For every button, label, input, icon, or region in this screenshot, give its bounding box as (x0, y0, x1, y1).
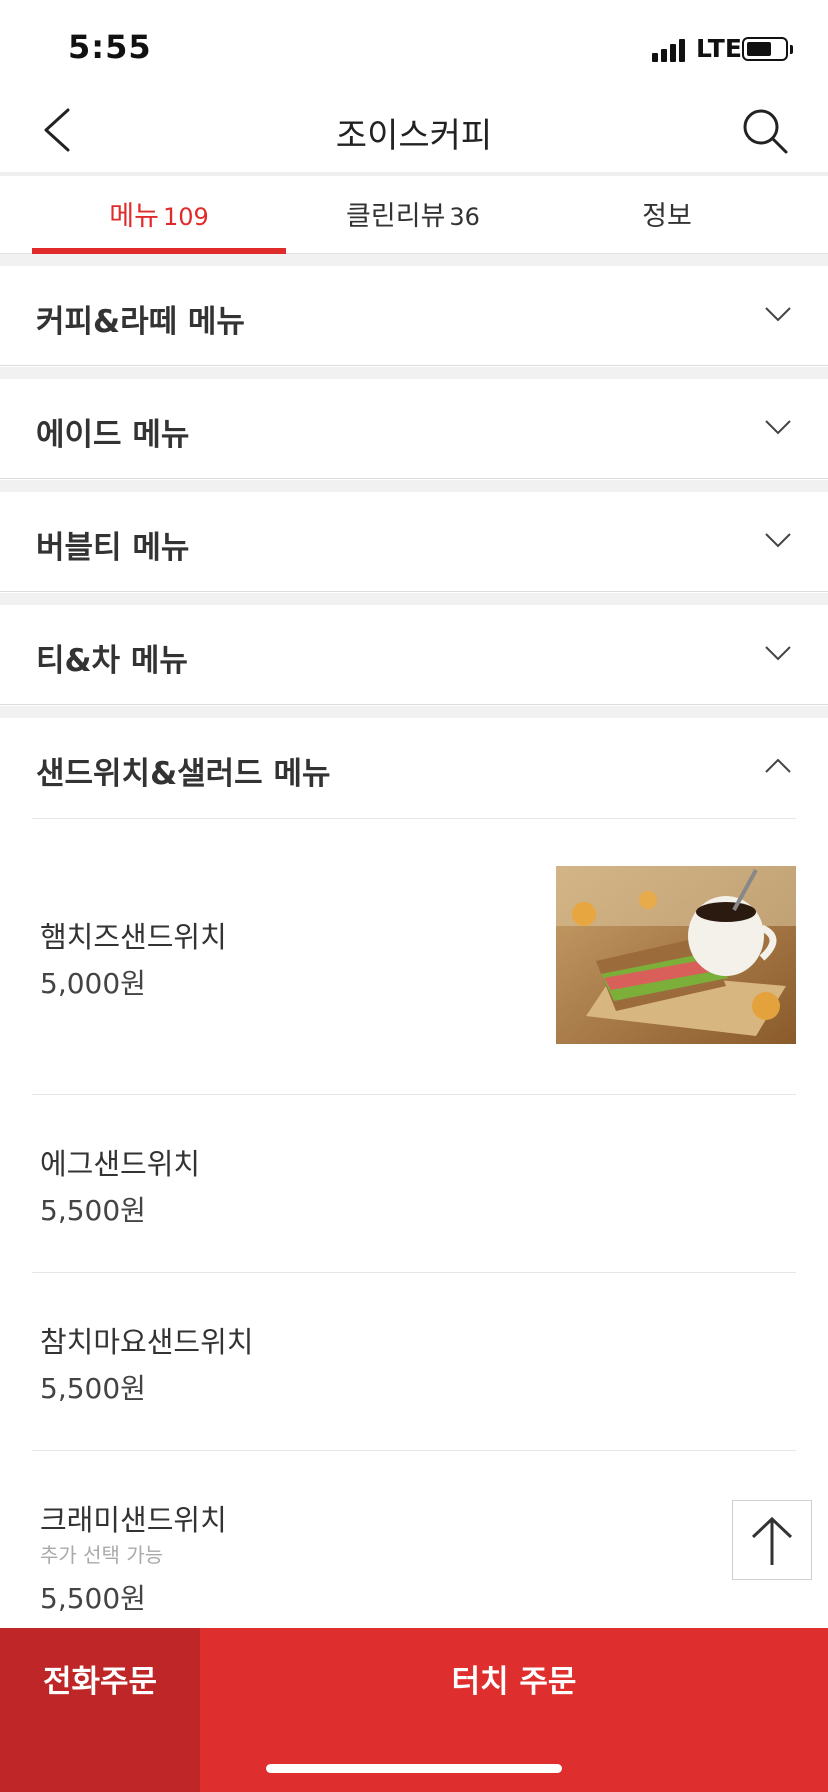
arrow-up-icon (751, 1516, 793, 1565)
tab-info[interactable]: 정보 (540, 180, 794, 254)
tab-menu-count: 109 (162, 203, 209, 231)
chevron-down-icon (765, 533, 791, 548)
tab-info-label: 정보 (642, 201, 692, 232)
item-note: 추가 선택 가능 (40, 1543, 164, 1567)
item-photo (556, 866, 796, 1044)
page-title: 조이스커피 (335, 116, 493, 156)
section-gap (0, 593, 828, 605)
search-icon (743, 109, 788, 154)
network-type: LTE (696, 34, 742, 63)
item-name: 크래미샌드위치 (40, 1503, 227, 1537)
item-name: 에그샌드위치 (40, 1147, 201, 1181)
home-indicator (266, 1764, 562, 1773)
status-time: 5:55 (68, 28, 152, 66)
divider (32, 1272, 796, 1273)
section-label: 버블티 메뉴 (36, 530, 190, 566)
section-tea[interactable]: 티&차 메뉴 (0, 605, 828, 705)
item-price: 5,500원 (40, 1372, 146, 1405)
cellular-signal-icon (652, 38, 688, 62)
status-bar: 5:55 LTE (0, 0, 828, 92)
divider (32, 1094, 796, 1095)
item-price: 5,500원 (40, 1582, 146, 1615)
phone-order-button[interactable]: 전화주문 (0, 1628, 200, 1792)
chevron-down-icon (765, 420, 791, 435)
section-gap (0, 254, 828, 266)
tab-clean-review-label: 클린리뷰 (346, 201, 446, 232)
section-bubble-tea[interactable]: 버블티 메뉴 (0, 492, 828, 592)
battery-icon (742, 37, 788, 61)
tab-menu[interactable]: 메뉴 109 (32, 180, 286, 254)
section-sandwich-salad[interactable]: 샌드위치&샐러드 메뉴 (0, 718, 828, 818)
section-label: 샌드위치&샐러드 메뉴 (36, 756, 331, 792)
section-label: 커피&라떼 메뉴 (36, 304, 245, 340)
section-gap (0, 480, 828, 492)
section-label: 티&차 메뉴 (36, 643, 188, 679)
chevron-up-icon (765, 758, 791, 773)
search-button[interactable] (740, 106, 792, 158)
chevron-down-icon (765, 646, 791, 661)
section-gap (0, 367, 828, 379)
nav-bar: 조이스커피 (0, 92, 828, 176)
tab-clean-review[interactable]: 클린리뷰 36 (286, 180, 540, 254)
section-coffee-latte[interactable]: 커피&라떼 메뉴 (0, 266, 828, 366)
section-ade[interactable]: 에이드 메뉴 (0, 379, 828, 479)
scroll-top-button[interactable] (732, 1500, 812, 1580)
section-label: 에이드 메뉴 (36, 417, 190, 453)
item-name: 참치마요샌드위치 (40, 1325, 254, 1359)
item-name: 햄치즈샌드위치 (40, 920, 227, 954)
chevron-down-icon (765, 307, 791, 322)
tab-clean-review-count: 36 (449, 203, 480, 231)
divider (32, 818, 796, 819)
item-price: 5,500원 (40, 1194, 146, 1227)
section-gap (0, 706, 828, 718)
item-price: 5,000원 (40, 967, 146, 1000)
divider (32, 1450, 796, 1451)
tab-menu-label: 메뉴 (109, 201, 159, 232)
tab-bar: 메뉴 109 클린리뷰 36 정보 (0, 180, 828, 254)
battery-tip (790, 45, 793, 54)
